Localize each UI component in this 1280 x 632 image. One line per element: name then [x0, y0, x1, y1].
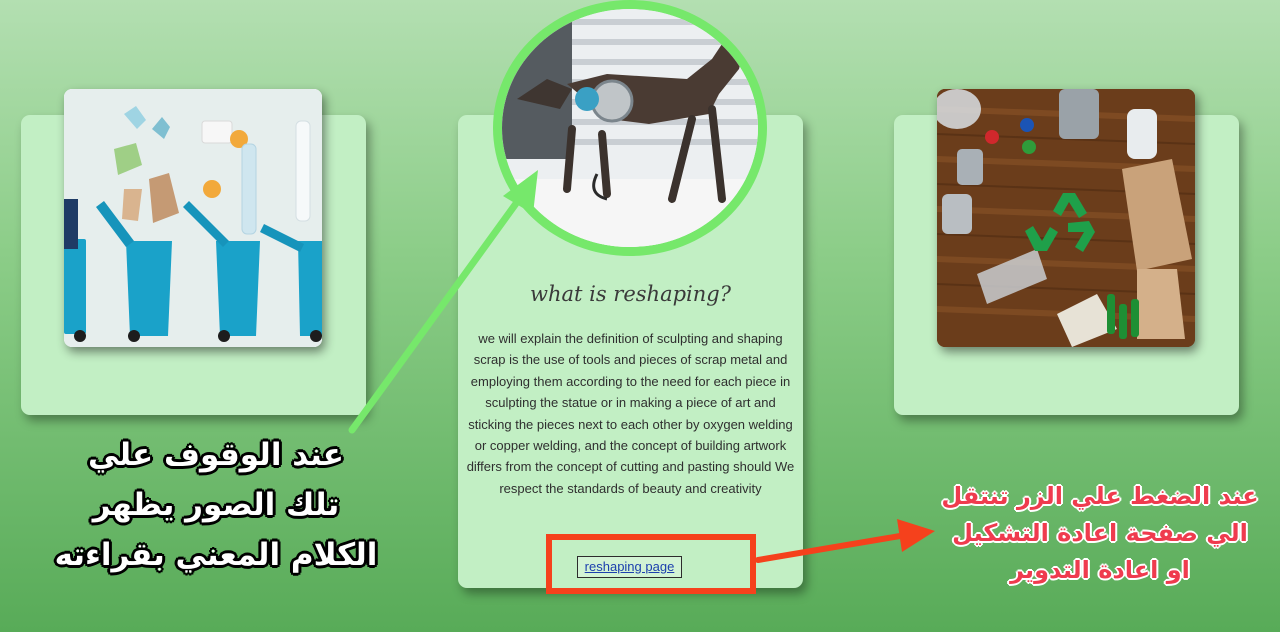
click-annotation-line: عند الضغط علي الزر تنتقل — [941, 482, 1259, 510]
hover-annotation-line: عند الوقوف علي — [88, 437, 344, 473]
card-title: what is reshaping? — [530, 282, 731, 306]
click-annotation: عند الضغط علي الزر تنتقل الي صفحة اعادة … — [930, 478, 1270, 589]
card-description: we will explain the definition of sculpt… — [466, 331, 795, 496]
recyclables-table-photo[interactable] — [937, 89, 1195, 347]
recycling-bins-photo[interactable] — [64, 89, 322, 347]
recyclables-table-image — [937, 89, 1195, 347]
click-annotation-line: او اعادة التدوير — [1010, 556, 1190, 584]
horse-sculpture-photo[interactable] — [493, 0, 767, 256]
hover-annotation: عند الوقوف علي تلك الصور يظهر الكلام الم… — [46, 430, 386, 580]
button-highlight-box — [546, 534, 756, 594]
recycling-bins-image — [64, 89, 322, 347]
hover-annotation-line: الكلام المعني بقراءته — [54, 537, 378, 573]
click-annotation-line: الي صفحة اعادة التشكيل — [952, 519, 1248, 547]
horse-sculpture-image — [502, 9, 758, 247]
hover-annotation-line: تلك الصور يظهر — [92, 487, 340, 523]
